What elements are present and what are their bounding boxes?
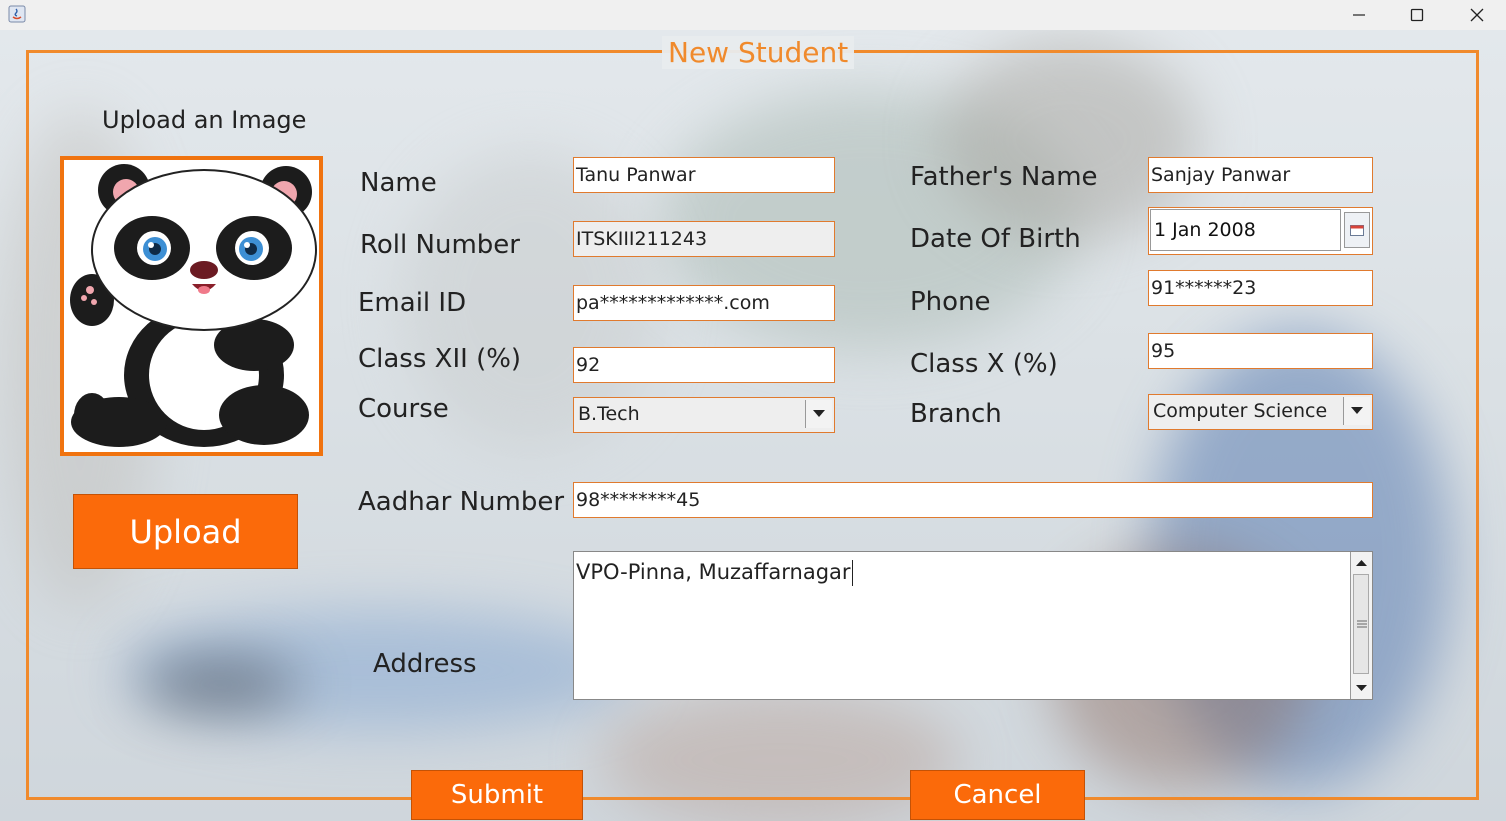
branch-dropdown-button[interactable]: [1343, 397, 1370, 425]
minimize-button[interactable]: [1330, 0, 1388, 30]
maximize-button[interactable]: [1388, 0, 1446, 30]
class10-input[interactable]: 95: [1148, 333, 1373, 369]
branch-label: Branch: [910, 399, 1002, 429]
class12-input[interactable]: 92: [573, 347, 835, 383]
course-label: Course: [358, 394, 449, 424]
chevron-down-icon: [1351, 407, 1363, 414]
course-selected-value: B.Tech: [578, 403, 640, 425]
scroll-up-icon[interactable]: [1351, 554, 1372, 572]
aadhar-label: Aadhar Number: [358, 487, 565, 517]
cancel-button[interactable]: Cancel: [910, 770, 1085, 820]
email-input[interactable]: pa*************.com: [573, 285, 835, 321]
close-button[interactable]: [1448, 0, 1506, 30]
calendar-icon: [1350, 225, 1364, 236]
roll-number-label: Roll Number: [360, 230, 520, 260]
panda-image: [70, 164, 317, 447]
name-label: Name: [360, 168, 437, 198]
dob-label: Date Of Birth: [910, 224, 1081, 254]
father-name-input[interactable]: Sanjay Panwar: [1148, 157, 1373, 193]
upload-button[interactable]: Upload: [73, 494, 298, 569]
phone-label: Phone: [910, 287, 991, 317]
email-label: Email ID: [358, 288, 467, 318]
phone-input[interactable]: 91******23: [1148, 270, 1373, 306]
roll-number-input[interactable]: ITSKIII211243: [573, 221, 835, 257]
calendar-button[interactable]: [1344, 212, 1370, 248]
address-textarea[interactable]: VPO-Pinna, Muzaffarnagar: [573, 551, 1373, 700]
branch-selected-value: Computer Science: [1153, 400, 1328, 422]
submit-button[interactable]: Submit: [411, 770, 583, 820]
course-select[interactable]: B.Tech: [573, 397, 835, 433]
class10-label: Class X (%): [910, 349, 1058, 379]
course-dropdown-button[interactable]: [805, 400, 832, 428]
title-bar: [0, 0, 1506, 30]
java-app-icon: [8, 5, 26, 23]
maximize-icon: [1410, 8, 1424, 22]
chevron-down-icon: [813, 410, 825, 417]
address-scrollbar[interactable]: [1350, 552, 1372, 699]
student-photo: [60, 156, 323, 456]
address-label: Address: [373, 649, 477, 679]
class12-label: Class XII (%): [358, 344, 522, 374]
address-text: VPO-Pinna, Muzaffarnagar: [576, 560, 853, 586]
form-title: New Student: [662, 36, 855, 69]
minimize-icon: [1353, 14, 1365, 16]
dob-date-picker[interactable]: 1 Jan 2008: [1148, 207, 1373, 255]
upload-image-label: Upload an Image: [102, 106, 307, 134]
aadhar-input[interactable]: 98********45: [573, 482, 1373, 518]
dob-input[interactable]: 1 Jan 2008: [1150, 209, 1341, 251]
name-input[interactable]: Tanu Panwar: [573, 157, 835, 193]
close-icon: [1470, 8, 1484, 22]
scroll-down-icon[interactable]: [1351, 679, 1372, 697]
scroll-thumb[interactable]: [1353, 574, 1369, 674]
branch-select[interactable]: Computer Science: [1148, 394, 1373, 430]
father-name-label: Father's Name: [910, 162, 1098, 192]
